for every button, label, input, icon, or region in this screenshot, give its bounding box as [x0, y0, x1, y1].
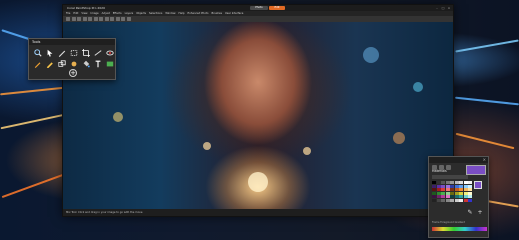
copy-button[interactable]	[104, 17, 109, 21]
menu-file[interactable]: File	[66, 12, 70, 15]
zoom-in-button[interactable]	[115, 17, 120, 21]
color-slider[interactable]	[432, 227, 487, 231]
menu-effects[interactable]: Effects	[113, 12, 122, 15]
tab-photo[interactable]: Photo	[250, 6, 268, 10]
materials-actions: ✎ +	[467, 209, 483, 216]
image-canvas[interactable]	[63, 22, 453, 211]
clone-icon[interactable]	[57, 59, 67, 68]
color-swatch[interactable]	[441, 198, 445, 202]
bokeh-light	[363, 47, 379, 63]
retouch-icon[interactable]	[69, 59, 79, 68]
bokeh-light	[203, 142, 211, 150]
light-streak	[455, 96, 519, 106]
light-streak	[0, 86, 65, 96]
menu-help[interactable]: Help	[179, 12, 185, 15]
print-button[interactable]	[82, 17, 87, 21]
pen-icon[interactable]	[57, 48, 67, 57]
fit-button[interactable]	[126, 17, 131, 21]
menu-image[interactable]: Image	[91, 12, 99, 15]
add-icon[interactable]: +	[477, 209, 483, 216]
paint-brush-icon[interactable]	[33, 59, 43, 68]
paste-button[interactable]	[110, 17, 114, 21]
status-bar: Mix Tool: Click and drag in your image t…	[63, 209, 453, 216]
bokeh-light	[303, 147, 311, 155]
app-title: Corel PaintShop Pro 2020	[67, 6, 106, 10]
shape-icon[interactable]	[105, 59, 115, 68]
tab-swatches[interactable]	[446, 165, 451, 170]
app-window: Corel PaintShop Pro 2020 Photo Edit – □ …	[62, 4, 454, 217]
color-swatch[interactable]	[445, 198, 450, 202]
materials-tabs	[432, 165, 451, 170]
new-file-button[interactable]	[66, 17, 70, 21]
straighten-icon[interactable]	[93, 48, 103, 57]
tool-grid	[29, 45, 115, 69]
menu-view[interactable]: View	[81, 12, 87, 15]
current-color-swatch[interactable]	[466, 165, 486, 175]
bokeh-light	[113, 112, 123, 122]
menu-selections[interactable]: Selections	[149, 12, 162, 15]
menu-window[interactable]: Window	[165, 12, 175, 15]
status-text: Mix Tool: Click and drag in your image t…	[66, 211, 143, 214]
menu-edit[interactable]: Edit	[73, 12, 78, 15]
red-eye-icon[interactable]	[105, 48, 115, 57]
light-streak	[1, 173, 64, 199]
tab-edit[interactable]: Edit	[269, 6, 285, 10]
selection-icon[interactable]	[69, 48, 79, 57]
close-icon[interactable]: ×	[483, 157, 486, 163]
fg-bg-swatches	[474, 181, 486, 193]
zoom-icon[interactable]	[33, 48, 43, 57]
text-icon[interactable]	[93, 59, 103, 68]
eyedropper-icon[interactable]: ✎	[467, 209, 473, 216]
swatch-grid[interactable]	[432, 181, 472, 202]
maximize-button[interactable]: □	[441, 6, 445, 10]
menu-brushes[interactable]: Brushes	[212, 12, 222, 15]
foreground-swatch[interactable]	[474, 181, 482, 189]
bokeh-light	[393, 132, 405, 144]
open-file-button[interactable]	[71, 17, 76, 21]
color-swatch[interactable]	[468, 198, 472, 202]
bokeh-light	[248, 172, 268, 192]
zoom-out-button[interactable]	[121, 17, 125, 21]
materials-footer: Frame Foreground Gradient	[432, 221, 465, 224]
add-tool-button[interactable]: +	[69, 69, 77, 77]
color-swatch[interactable]	[436, 198, 441, 202]
menu-user-interface[interactable]: User Interface	[225, 12, 243, 15]
redo-button[interactable]	[93, 17, 98, 21]
minimize-button[interactable]: –	[435, 6, 439, 10]
color-swatch[interactable]	[459, 198, 463, 202]
menu-layers[interactable]: Layers	[125, 12, 134, 15]
crop-icon[interactable]	[81, 48, 91, 57]
cut-button[interactable]	[99, 17, 103, 21]
save-button[interactable]	[77, 17, 81, 21]
tools-panel: Tools +	[28, 38, 116, 80]
tab-rainbow[interactable]	[439, 165, 444, 170]
undo-button[interactable]	[88, 17, 92, 21]
close-button[interactable]: ×	[447, 6, 451, 10]
color-swatch[interactable]	[463, 198, 468, 202]
light-streak	[0, 112, 70, 130]
bokeh-light	[413, 82, 423, 92]
menu-objects[interactable]: Objects	[136, 12, 146, 15]
materials-header: Materials ×	[429, 157, 488, 173]
menu-enhanced-photo[interactable]: Enhanced Photo	[187, 12, 208, 15]
menu-adjust[interactable]: Adjust	[102, 12, 110, 15]
color-swatch[interactable]	[432, 198, 436, 202]
light-streak	[455, 132, 515, 150]
tab-frame[interactable]	[432, 165, 437, 170]
pencil-icon[interactable]	[45, 59, 55, 68]
fill-icon[interactable]	[81, 59, 91, 68]
materials-panel: Materials × ✎ + Frame Foreground Gradien…	[428, 156, 489, 238]
light-streak	[455, 39, 519, 53]
color-swatch[interactable]	[450, 198, 454, 202]
color-swatch[interactable]	[454, 198, 459, 202]
palette-dropdown[interactable]	[432, 175, 468, 179]
pick-icon[interactable]	[45, 48, 55, 57]
